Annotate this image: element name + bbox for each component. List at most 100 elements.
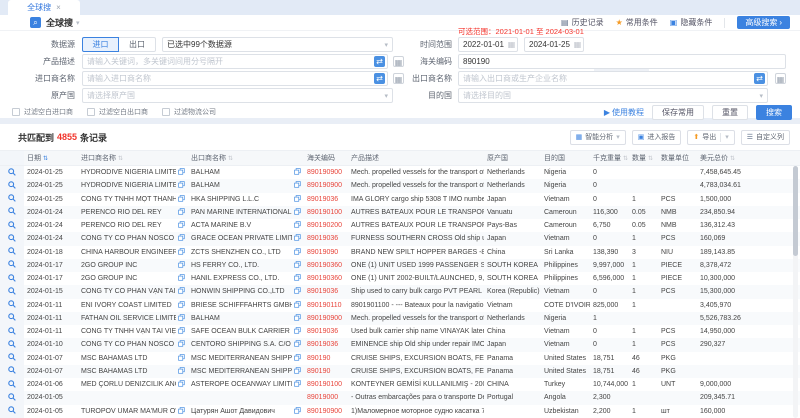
importer-name[interactable]: MED ÇORLU DENİZCİLİK ANONİM ŞİRKETİ	[81, 381, 176, 388]
tab-close-icon[interactable]: ×	[56, 3, 61, 12]
importer-name[interactable]: CÔNG TY TNHH VẬN TẢI VIỆT THUẬN	[81, 328, 176, 335]
exporter-name[interactable]: MSC MEDITERRANEAN SHIPPING CO. (PAN	[191, 355, 292, 362]
copy-icon[interactable]	[294, 221, 301, 230]
sort-icon[interactable]: ⇅	[648, 155, 653, 162]
hs-code-link[interactable]: 89019036	[307, 328, 338, 335]
magnifier-icon[interactable]	[8, 313, 16, 323]
copy-icon[interactable]	[178, 274, 185, 283]
hs-code-link[interactable]: 890190900	[307, 169, 342, 176]
exporter-name[interactable]: HONWIN SHIPPING CO.,LTD	[191, 288, 292, 295]
hs-code-link[interactable]: 890190200	[307, 222, 342, 229]
exporter-input[interactable]	[458, 71, 768, 86]
favorites-button[interactable]: ★ 常用条件	[616, 17, 658, 28]
reset-button[interactable]: 重置	[712, 105, 748, 120]
copy-icon[interactable]	[294, 301, 301, 310]
copy-icon[interactable]	[294, 407, 301, 416]
importer-name[interactable]: CHINA HARBOUR ENGINEERING CO LTD	[81, 249, 176, 256]
destination-select[interactable]: 请选择目的国 ▾	[458, 88, 768, 103]
magnifier-icon[interactable]	[8, 353, 16, 363]
magnifier-icon[interactable]	[8, 181, 16, 191]
copy-icon[interactable]	[178, 181, 185, 190]
importer-name[interactable]: HYDRODIVE NIGERIA LIMITED	[81, 169, 176, 176]
hs-code-link[interactable]: 890190900	[307, 408, 342, 415]
exporter-name[interactable]: HKA SHIPPING L.L.C	[191, 196, 292, 203]
copy-icon[interactable]	[178, 367, 185, 376]
hs-code-link[interactable]: 890190360	[307, 262, 342, 269]
copy-icon[interactable]	[294, 340, 301, 349]
copy-icon[interactable]	[294, 367, 301, 376]
hs-code-link[interactable]: 890190100	[307, 381, 342, 388]
importer-name[interactable]: 2GO GROUP INC	[81, 275, 176, 282]
save-common-button[interactable]: 保存常用	[652, 105, 704, 120]
copy-icon[interactable]	[178, 380, 185, 389]
column-header[interactable]: 进口商名称⇅	[78, 151, 188, 165]
exporter-name[interactable]: BALHAM	[191, 169, 292, 176]
checkbox[interactable]	[87, 108, 95, 116]
tab-global-search[interactable]: 全球搜 ×	[8, 0, 80, 15]
exporter-name[interactable]: SAFE OCEAN BULK CARRIER PTE LTD	[191, 328, 292, 335]
hs-code-link[interactable]: 89019090	[307, 249, 338, 256]
copy-icon[interactable]	[178, 327, 185, 336]
importer-name[interactable]: 2GO GROUP INC	[81, 262, 176, 269]
copy-icon[interactable]	[294, 287, 301, 296]
copy-icon[interactable]	[294, 234, 301, 243]
filter-blank-importer[interactable]: 过滤空白进口商	[12, 107, 73, 117]
copy-icon[interactable]	[178, 168, 185, 177]
advanced-search-button[interactable]: 高级搜索 ›	[737, 16, 790, 29]
importer-name[interactable]: CÔNG TY TNHH MỘT THÀNH VIÊN ĐÔNG TÀ	[81, 196, 176, 203]
exporter-name[interactable]: MSC MEDITERRANEAN SHIPPING CO. (PAN	[191, 368, 292, 375]
importer-name[interactable]: MSC BAHAMAS LTD	[81, 368, 176, 375]
hs-code-link[interactable]: 89019036	[307, 235, 338, 242]
column-header[interactable]: 千克重量⇅	[590, 151, 629, 165]
expand-grid-icon[interactable]: ▦	[775, 73, 786, 84]
export-button[interactable]: ⬆ 导出 ▾	[687, 130, 734, 145]
magnifier-icon[interactable]	[8, 300, 16, 310]
exporter-name[interactable]: BALHAM	[191, 315, 292, 322]
magnifier-icon[interactable]	[8, 340, 16, 350]
copy-icon[interactable]	[294, 248, 301, 257]
copy-icon[interactable]	[294, 380, 301, 389]
column-header[interactable]: 数量⇅	[629, 151, 658, 165]
hs-code-link[interactable]: 890190360	[307, 275, 342, 282]
importer-name[interactable]: CÔNG TY CỔ PHẦN VẬN TẢI VÀ TIẾP VẬN P	[81, 288, 176, 295]
import-toggle[interactable]: 进口	[82, 37, 119, 52]
magnifier-icon[interactable]	[8, 221, 16, 231]
copy-icon[interactable]	[294, 181, 301, 190]
product-input[interactable]	[82, 54, 388, 69]
copy-icon[interactable]	[178, 301, 185, 310]
magnifier-icon[interactable]	[8, 260, 16, 270]
hs-code-link[interactable]: 89019036	[307, 196, 338, 203]
export-toggle[interactable]: 出口	[119, 37, 156, 52]
sort-icon[interactable]: ⇅	[228, 155, 233, 162]
vertical-scrollbar[interactable]	[793, 166, 798, 418]
magnifier-icon[interactable]	[8, 406, 16, 416]
filter-logistics-company[interactable]: 过滤物流公司	[162, 107, 216, 117]
chevron-down-icon[interactable]: ▾	[725, 133, 729, 141]
importer-name[interactable]: CÔNG TY CỔ PHẦN NOSCO SHIPYARD	[81, 235, 176, 242]
copy-icon[interactable]	[294, 168, 301, 177]
copy-icon[interactable]	[294, 314, 301, 323]
exporter-name[interactable]: ACTA MARINE B.V	[191, 222, 292, 229]
magnifier-icon[interactable]	[8, 207, 16, 217]
sort-icon[interactable]: ⇅	[118, 155, 123, 162]
exporter-name[interactable]: ZCTS SHENZHEN CO., LTD	[191, 249, 292, 256]
enter-report-button[interactable]: ▣ 进入报告	[632, 130, 682, 145]
copy-icon[interactable]	[294, 261, 301, 270]
and-or-toggle-icon[interactable]: ⇄	[754, 73, 765, 84]
copy-icon[interactable]	[178, 407, 185, 416]
importer-name[interactable]: CÔNG TY CỔ PHẦN NOSCO SHIPYARD	[81, 341, 176, 348]
copy-icon[interactable]	[178, 287, 185, 296]
copy-icon[interactable]	[294, 208, 301, 217]
hs-code-link[interactable]: 890190110	[307, 302, 342, 309]
column-header[interactable]: 美元总价⇅	[697, 151, 800, 165]
copy-icon[interactable]	[178, 354, 185, 363]
sort-icon[interactable]: ⇅	[730, 155, 735, 162]
importer-name[interactable]: PERENCO RIO DEL REY	[81, 209, 176, 216]
hs-code-link[interactable]: 89019036	[307, 288, 338, 295]
copy-icon[interactable]	[294, 327, 301, 336]
exporter-name[interactable]: HS FERRY CO., LTD.	[191, 262, 292, 269]
copy-icon[interactable]	[178, 314, 185, 323]
importer-name[interactable]: MSC BAHAMAS LTD	[81, 355, 176, 362]
importer-name[interactable]: TUROPOV UMAR MA'MUR O'G'LI	[81, 408, 176, 415]
data-source-select[interactable]: 已选中99个数据源 ▾	[162, 37, 393, 52]
